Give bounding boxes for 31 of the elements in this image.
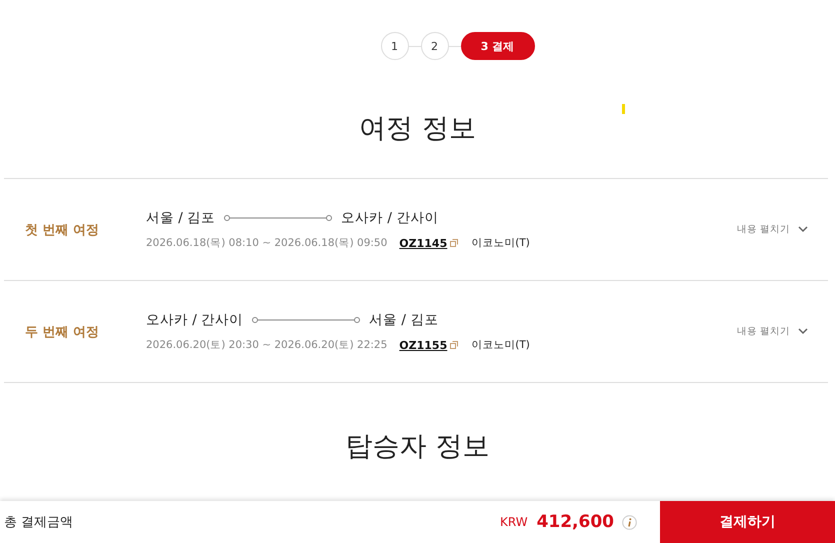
currency-label: KRW — [500, 515, 528, 529]
route-line-icon — [223, 214, 334, 222]
popup-icon — [450, 341, 458, 349]
total-amount: 412,600 — [536, 512, 614, 532]
route-line-icon — [251, 316, 362, 324]
arrival-city: 오사카 / 간사이 — [341, 209, 438, 227]
chevron-down-icon — [798, 226, 808, 233]
cabin-class: 이코노미(T) — [471, 338, 530, 352]
step-indicator: 2 — [420, 32, 448, 60]
section-title: 탑승자 정보 — [344, 430, 490, 464]
departure-city: 서울 / 김포 — [146, 209, 216, 227]
expand-toggle[interactable]: 내용 펼치기 — [736, 325, 808, 338]
total-label: 총 결제금액 — [3, 514, 74, 531]
flight-schedule: 2026.06.20(토) 20:30 ~ 2026.06.20(토) 22:25 — [146, 338, 388, 352]
trip-label: 첫 번째 여정 — [24, 222, 100, 238]
trip-label: 두 번째 여정 — [24, 324, 100, 340]
popup-icon — [450, 239, 458, 247]
departure-city: 오사카 / 간사이 — [146, 311, 244, 329]
info-icon[interactable] — [622, 514, 637, 530]
step-indicator: 3 결제 — [460, 32, 534, 60]
flight-number-link[interactable]: OZ1155 — [399, 338, 448, 352]
flight-schedule: 2026.06.18(목) 08:10 ~ 2026.06.18(목) 09:50 — [146, 236, 388, 250]
arrival-city: 서울 / 김포 — [369, 311, 438, 329]
chevron-down-icon — [798, 328, 808, 335]
flight-number-link[interactable]: OZ1145 — [399, 236, 448, 250]
expand-toggle[interactable]: 내용 펼치기 — [736, 223, 808, 236]
step-indicator: 1 — [380, 32, 408, 60]
cursor-mark — [622, 104, 625, 114]
pay-button[interactable]: 결제하기 — [660, 501, 835, 543]
cabin-class: 이코노미(T) — [471, 236, 530, 250]
section-title: 여정 정보 — [358, 112, 477, 146]
